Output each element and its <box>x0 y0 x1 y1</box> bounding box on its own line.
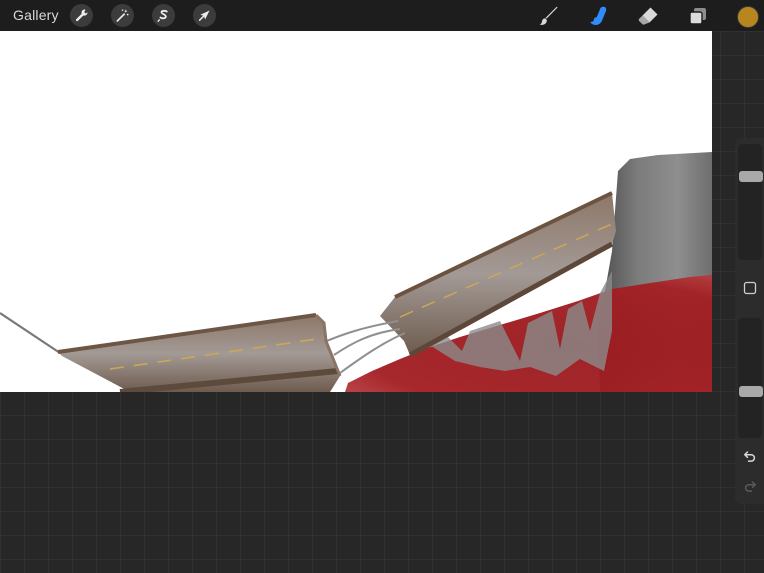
right-sidebar <box>735 138 764 504</box>
undo-button[interactable] <box>740 446 760 466</box>
brush-tool-button[interactable] <box>537 4 561 28</box>
left-cable <box>0 312 61 354</box>
selection-button[interactable] <box>152 4 175 27</box>
artwork <box>0 152 712 392</box>
layers-icon <box>689 8 706 25</box>
selection-s-icon <box>157 9 168 22</box>
eraser-tool-button[interactable] <box>636 4 660 28</box>
magic-wand-icon <box>116 9 129 22</box>
layers-button[interactable] <box>686 4 710 28</box>
gallery-button[interactable]: Gallery <box>13 7 59 23</box>
opacity-thumb[interactable] <box>739 386 763 398</box>
adjustments-button[interactable] <box>111 4 134 27</box>
brush-size-slider[interactable] <box>738 144 763 260</box>
smudge-tool-button[interactable] <box>586 4 610 28</box>
modify-button[interactable] <box>740 278 760 298</box>
undo-arrow-icon <box>744 451 756 462</box>
color-swatch[interactable] <box>737 6 759 28</box>
arrow-cursor-icon <box>198 10 210 21</box>
actions-button[interactable] <box>70 4 93 27</box>
transform-button[interactable] <box>193 4 216 27</box>
brush-size-thumb[interactable] <box>739 171 763 183</box>
redo-button[interactable] <box>740 476 760 496</box>
top-toolbar: Gallery <box>0 0 764 31</box>
eraser-icon <box>638 7 658 25</box>
left-road-segment <box>58 315 340 392</box>
opacity-slider[interactable] <box>738 318 763 438</box>
procreate-app: Gallery <box>0 0 764 573</box>
brush-icon <box>539 6 558 25</box>
drawing-canvas[interactable] <box>0 31 712 392</box>
smudge-finger-icon <box>590 6 607 25</box>
wrench-icon <box>75 9 88 22</box>
square-icon <box>743 281 757 295</box>
redo-arrow-icon <box>744 481 756 492</box>
